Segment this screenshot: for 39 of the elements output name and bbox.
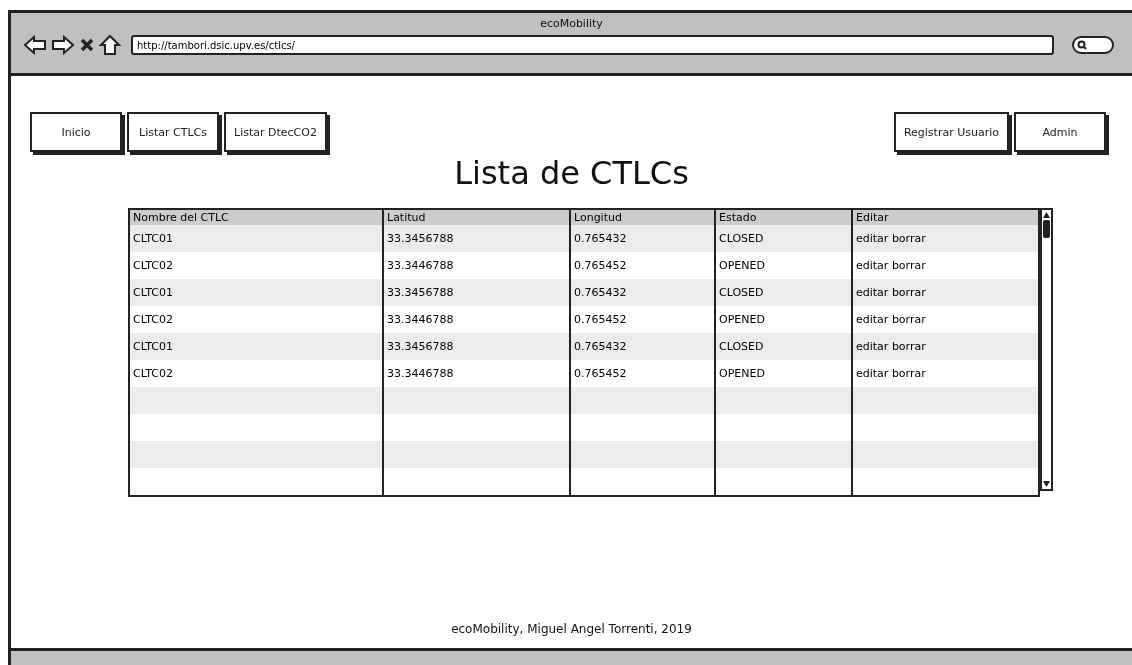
scroll-thumb[interactable] [1043,220,1050,238]
table-cell: CLTC01 [129,225,383,252]
scrollbar[interactable] [1040,208,1053,491]
table-cell: 0.765432 [570,333,715,360]
page-heading: Lista de CTLCs [453,154,690,192]
table-cell: 33.3456788 [383,279,570,306]
nav-button[interactable]: Inicio [30,112,122,152]
table-cell: 33.3456788 [383,225,570,252]
forward-icon[interactable] [51,35,75,55]
address-field[interactable]: http://tambori.dsic.upv.es/ctlcs/ [131,35,1054,55]
scroll-down-icon[interactable] [1042,480,1051,488]
column-header: Editar [852,209,1039,225]
table-cell: 33.3456788 [383,333,570,360]
nav-button[interactable]: Admin [1014,112,1106,152]
back-icon[interactable] [23,35,47,55]
close-icon[interactable] [79,37,95,53]
nav-button[interactable]: Registrar Usuario [893,112,1009,152]
column-header: Nombre del CTLC [129,209,383,225]
row-actions[interactable]: editar borrar [852,333,1039,360]
footer-text: ecoMobility, Miguel Angel Torrenti, 2019 [451,622,692,636]
nav-button[interactable]: Listar DtecCO2 [224,112,327,152]
column-header: Latitud [383,209,570,225]
search-icon [1077,40,1087,50]
search-field[interactable] [1072,36,1114,54]
row-actions[interactable]: editar borrar [852,279,1039,306]
table-cell: CLOSED [715,279,852,306]
home-icon[interactable] [99,34,121,56]
window-title: ecoMobility [540,17,603,30]
table-cell: CLTC01 [129,333,383,360]
table-cell: CLTC01 [129,279,383,306]
table-cell: CLOSED [715,333,852,360]
column-header: Longitud [570,209,715,225]
nav-button[interactable]: Listar CTLCs [127,112,219,152]
table-cell: CLOSED [715,225,852,252]
scroll-up-icon[interactable] [1042,211,1051,219]
row-actions[interactable]: editar borrar [852,225,1039,252]
table-cell: 0.765432 [570,225,715,252]
table-cell: 0.765432 [570,279,715,306]
column-header: Estado [715,209,852,225]
